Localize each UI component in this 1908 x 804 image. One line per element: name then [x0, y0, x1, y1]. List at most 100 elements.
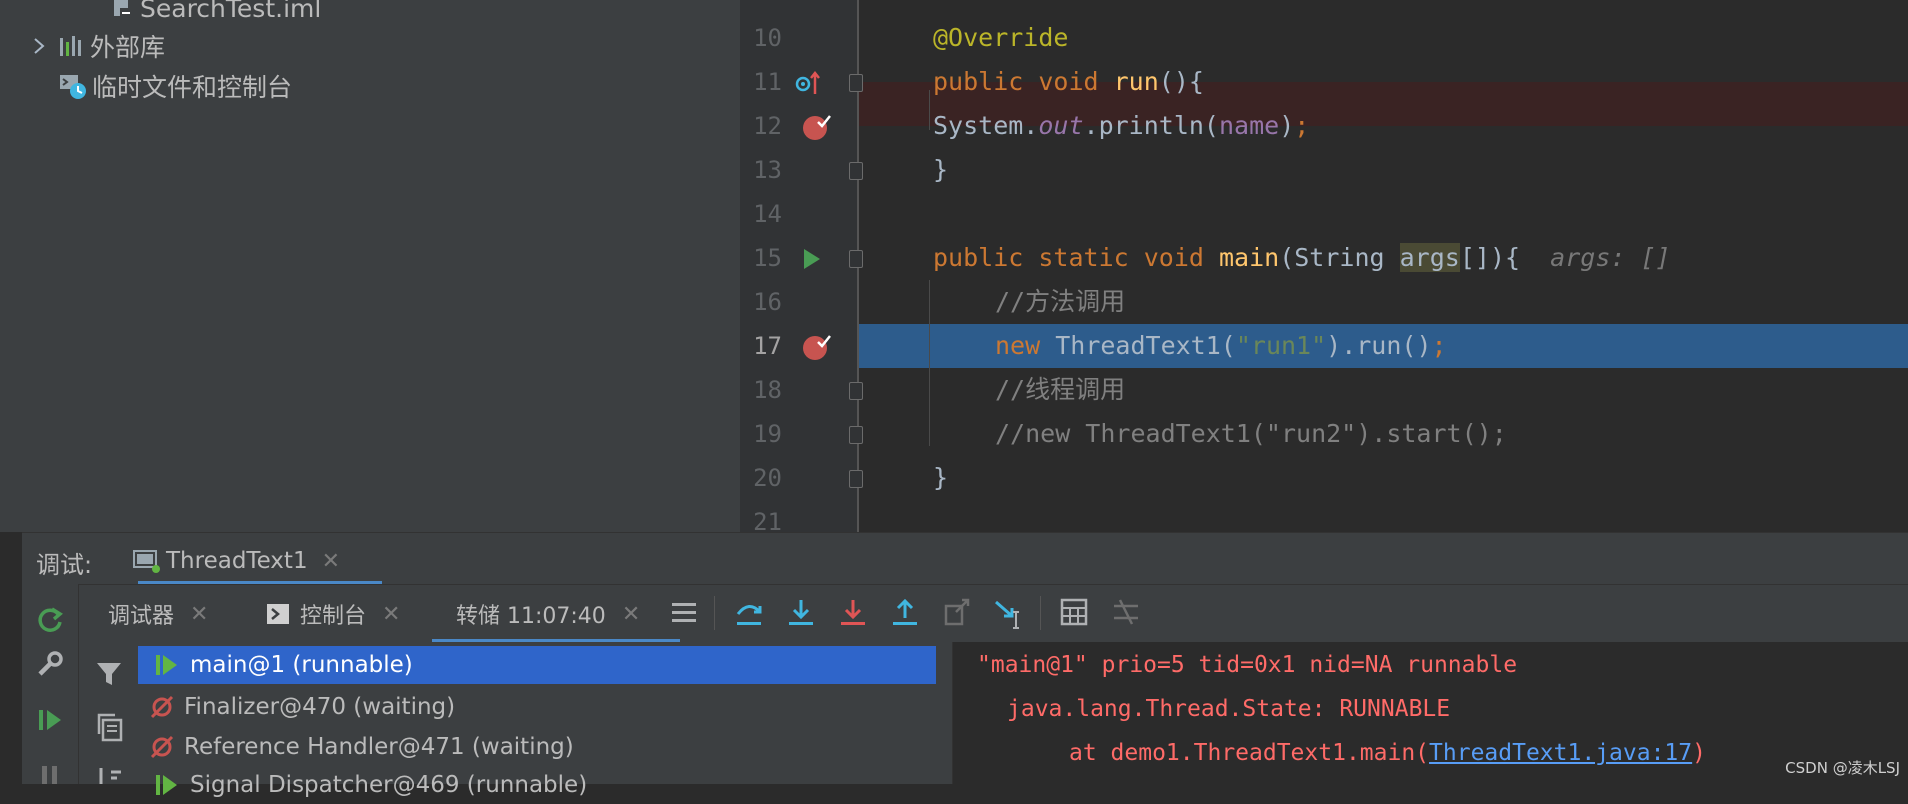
code-comment: //方法调用	[995, 287, 1126, 316]
code-line-10: 10 @Override	[740, 16, 1908, 60]
thread-row[interactable]: Signal Dispatcher@469 (runnable)	[138, 766, 936, 804]
thread-row[interactable]: Reference Handler@471 (waiting)	[138, 728, 936, 766]
step-over-icon[interactable]	[734, 598, 764, 628]
code-text: }	[933, 155, 949, 184]
code-line-18: 18 //线程调用	[740, 368, 1908, 412]
pause-program-icon[interactable]	[38, 762, 62, 784]
thread-label: Signal Dispatcher@469 (runnable)	[190, 772, 588, 798]
thread-label: Reference Handler@471 (waiting)	[184, 734, 574, 760]
code-text: )	[1279, 111, 1295, 140]
trace-current-stream-icon[interactable]	[1112, 598, 1140, 626]
config-tab-label: ThreadText1	[166, 548, 308, 574]
chevron-right-icon[interactable]	[28, 35, 50, 57]
fold-marker[interactable]	[849, 426, 863, 444]
code-comment: //线程调用	[995, 375, 1126, 404]
thread-waiting-icon	[150, 735, 174, 759]
application-config-icon	[133, 550, 160, 573]
code-text: []){	[1459, 243, 1521, 272]
tree-item-searchtest-iml[interactable]: SearchTest.iml	[112, 0, 321, 26]
drop-frame-icon[interactable]	[942, 598, 972, 628]
fold-marker[interactable]	[849, 250, 863, 268]
code-function: run	[1113, 67, 1159, 96]
module-file-icon	[114, 0, 132, 18]
scratches-icon	[60, 75, 86, 99]
debug-tool-window-header: 调试: ThreadText1 ✕	[22, 532, 1908, 585]
debug-label: 调试:	[36, 551, 93, 579]
code-text: ).run()	[1326, 331, 1432, 360]
tab-label: 调试器	[108, 604, 175, 629]
tree-item-label: 临时文件和控制台	[92, 73, 293, 102]
line-number: 21	[753, 508, 782, 532]
code-line-19: 19 //new ThreadText1("run2").start();	[740, 412, 1908, 456]
tab-console[interactable]: 控制台 ✕	[266, 585, 400, 643]
library-icon	[60, 36, 81, 56]
dump-line: at demo1.ThreadText1.main(	[1069, 740, 1430, 766]
rerun-icon[interactable]	[36, 606, 64, 634]
tab-thread-dump[interactable]: 转储 11:07:40 ✕	[456, 585, 640, 643]
line-number: 17	[753, 332, 782, 360]
tool-window-strip	[0, 0, 23, 532]
source-link[interactable]: ThreadText1.java:17	[1429, 740, 1692, 766]
code-line-14: 14	[740, 192, 1908, 236]
fold-marker[interactable]	[849, 382, 863, 400]
line-number: 19	[753, 420, 782, 448]
code-field: out	[1038, 111, 1084, 140]
fold-marker[interactable]	[849, 470, 863, 488]
debug-config-tab[interactable]: ThreadText1 ✕	[132, 541, 340, 581]
tree-item-label: 外部库	[90, 33, 166, 62]
breakpoint-check-icon[interactable]	[802, 332, 832, 362]
tab-label: 控制台	[300, 604, 367, 629]
code-comment: //new ThreadText1("run2").start();	[995, 419, 1507, 448]
code-line-15: 15 public static void main(String args[]…	[740, 236, 1908, 280]
fold-marker[interactable]	[849, 74, 863, 92]
close-icon[interactable]: ✕	[382, 602, 400, 627]
tree-item-external-libraries[interactable]: 外部库	[28, 28, 165, 64]
resume-program-icon[interactable]	[36, 706, 64, 734]
filter-icon[interactable]	[95, 660, 123, 688]
thread-row[interactable]: Finalizer@470 (waiting)	[138, 688, 936, 726]
run-to-cursor-icon[interactable]	[994, 598, 1024, 630]
fold-marker[interactable]	[849, 162, 863, 180]
console-icon	[267, 604, 289, 624]
thread-label: Finalizer@470 (waiting)	[184, 694, 456, 720]
line-number: 18	[753, 376, 782, 404]
code-line-11: 11 public void run(){	[740, 60, 1908, 104]
code-text: (String	[1279, 243, 1400, 272]
line-number: 10	[753, 24, 782, 52]
close-icon[interactable]: ✕	[190, 602, 208, 627]
code-text: @Override	[933, 23, 1069, 52]
watermark: CSDN @凌木LSJ	[1785, 759, 1900, 777]
copy-stack-icon[interactable]	[95, 712, 123, 742]
line-number: 13	[753, 156, 782, 184]
thread-running-icon	[156, 655, 177, 675]
close-icon[interactable]: ✕	[622, 602, 640, 627]
override-method-icon[interactable]	[794, 70, 822, 96]
tab-debugger[interactable]: 调试器 ✕	[108, 585, 208, 643]
code-text: .println(	[1083, 111, 1219, 140]
code-text: ThreadText1(	[1055, 331, 1236, 360]
code-keyword: public void	[933, 67, 1114, 96]
tree-item-scratches[interactable]: 临时文件和控制台	[58, 68, 292, 104]
step-out-icon[interactable]	[890, 598, 920, 628]
thread-dump-panel[interactable]: "main@1" prio=5 tid=0x1 nid=NA runnable …	[952, 642, 1908, 784]
tree-item-label: SearchTest.iml	[140, 0, 322, 23]
code-editor[interactable]: 10 @Override 11 public void run(){ 12 Sy…	[740, 0, 1908, 532]
code-text: }	[933, 463, 949, 492]
code-line-20: 20 }	[740, 456, 1908, 500]
code-keyword: new	[995, 331, 1056, 360]
force-step-into-icon[interactable]	[838, 598, 868, 628]
code-text: System.	[933, 111, 1039, 140]
show-execution-point-icon[interactable]	[670, 600, 698, 626]
step-into-icon[interactable]	[786, 598, 816, 628]
wrench-icon[interactable]	[36, 650, 64, 678]
sort-icon[interactable]	[95, 766, 123, 784]
dump-line: "main@1" prio=5 tid=0x1 nid=NA runnable	[977, 652, 1518, 678]
inline-debug-value: args: []	[1550, 243, 1671, 272]
close-icon[interactable]: ✕	[322, 549, 340, 574]
evaluate-expression-icon[interactable]	[1060, 598, 1088, 626]
run-gutter-icon[interactable]	[800, 247, 824, 271]
thread-row-selected[interactable]: main@1 (runnable)	[138, 646, 936, 684]
breakpoint-check-icon[interactable]	[802, 112, 832, 142]
thread-label: main@1 (runnable)	[190, 652, 413, 678]
code-keyword: public static void	[933, 243, 1219, 272]
